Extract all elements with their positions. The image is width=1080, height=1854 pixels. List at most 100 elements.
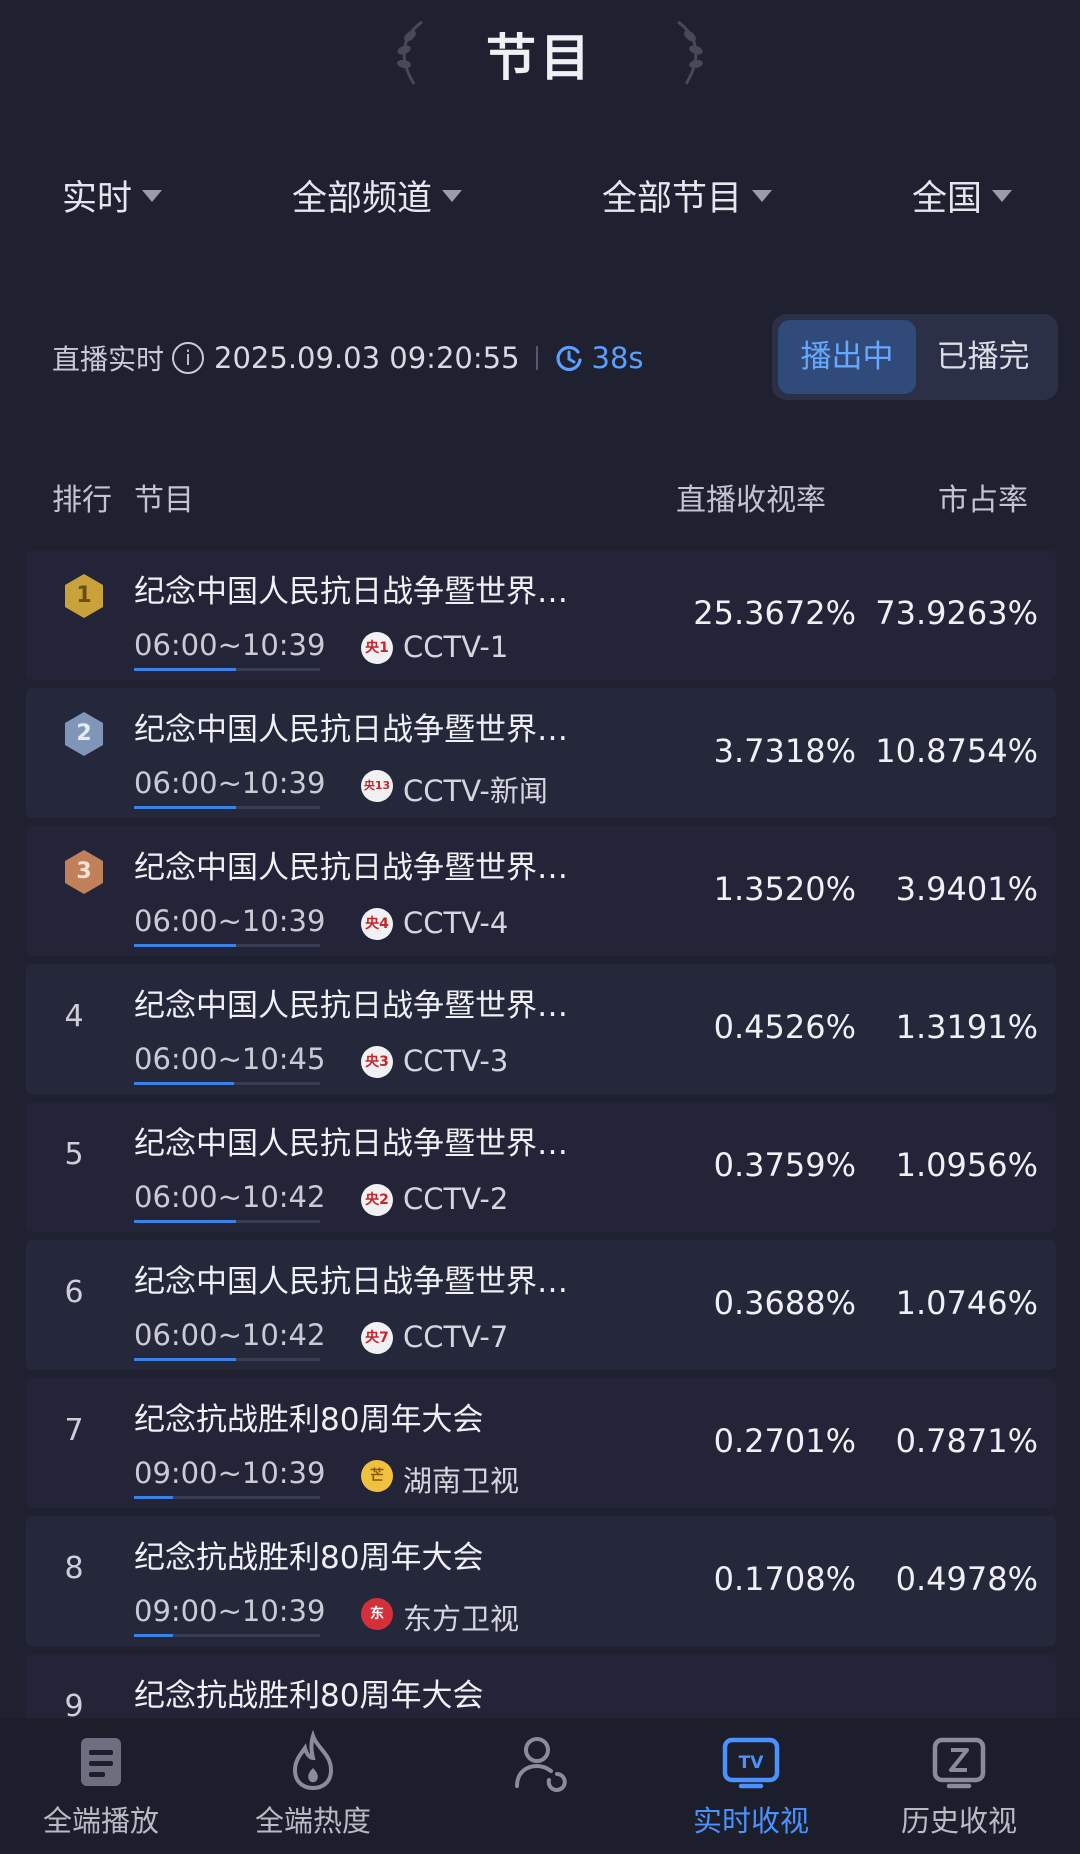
rank-number: 8 — [64, 1551, 84, 1586]
program-title: 纪念中国人民抗日战争暨世界… — [134, 1264, 568, 1300]
market-share: 10.8754% — [875, 732, 1038, 770]
channel-name: CCTV-7 — [403, 1320, 509, 1354]
header-rank: 排行 — [52, 483, 112, 518]
time-progress — [134, 1220, 320, 1223]
time-progress — [134, 1496, 320, 1499]
channel-logo: 央13 — [361, 770, 393, 802]
filter-bar: 实时 全部频道 全部节目 全国 — [0, 170, 1080, 230]
channel-logo: 央1 — [361, 632, 393, 664]
refresh-countdown: 38s — [591, 341, 644, 375]
flame-icon — [292, 1730, 334, 1791]
nav-all-play[interactable]: 全端播放 — [6, 1730, 196, 1840]
live-rating: 1.3520% — [713, 870, 856, 908]
tab-finished[interactable]: 已播完 — [914, 320, 1052, 394]
channel-logo: 央7 — [361, 1322, 393, 1354]
market-share: 0.7871% — [895, 1422, 1038, 1460]
program-time: 06:00~10:39 — [134, 628, 326, 662]
table-row[interactable]: 4 纪念中国人民抗日战争暨世界… 06:00~10:45 央3 CCTV-3 0… — [26, 964, 1056, 1094]
program-time: 06:00~10:42 — [134, 1318, 326, 1352]
caret-down-icon — [752, 189, 773, 202]
table-header: 排行 节目 直播收视率 市占率 — [0, 475, 1080, 519]
channel-logo: 央2 — [361, 1184, 393, 1216]
hunan-tv-logo-icon: 芒 — [361, 1460, 393, 1492]
header-rating[interactable]: 直播收视率 — [676, 475, 826, 519]
document-icon — [81, 1738, 121, 1786]
time-progress — [134, 668, 320, 671]
live-rating: 25.3672% — [693, 594, 856, 632]
program-title: 纪念中国人民抗日战争暨世界… — [134, 574, 568, 610]
program-title: 纪念中国人民抗日战争暨世界… — [134, 850, 568, 886]
market-share: 0.4978% — [895, 1560, 1038, 1598]
rank-number: 7 — [64, 1413, 84, 1448]
live-rating: 0.3759% — [713, 1146, 856, 1184]
live-label: 直播实时 — [52, 343, 165, 376]
nav-history-ratings[interactable]: 历史收视 — [864, 1730, 1054, 1840]
market-share: 1.3191% — [895, 1008, 1038, 1046]
nav-label: 全端播放 — [42, 1804, 159, 1838]
table-row[interactable]: 1 纪念中国人民抗日战争暨世界… 06:00~10:39 央1 CCTV-1 2… — [26, 550, 1056, 680]
live-rating: 0.2701% — [713, 1422, 856, 1460]
filter-time-dropdown[interactable]: 实时 — [62, 170, 163, 221]
table-row[interactable]: 3 纪念中国人民抗日战争暨世界… 06:00~10:39 央4 CCTV-4 1… — [26, 826, 1056, 956]
nav-label: 实时收视 — [692, 1804, 809, 1838]
history-icon — [932, 1737, 986, 1789]
filter-label: 实时 — [62, 179, 133, 219]
filter-region-dropdown[interactable]: 全国 — [912, 170, 1013, 221]
info-icon[interactable]: i — [172, 342, 205, 374]
header-share[interactable]: 市占率 — [938, 475, 1028, 519]
time-progress — [134, 944, 320, 947]
market-share: 73.9263% — [875, 594, 1038, 632]
rank-number: 6 — [64, 1275, 84, 1310]
program-title: 纪念抗战胜利80周年大会 — [134, 1678, 484, 1714]
nav-label: 全端热度 — [254, 1804, 371, 1838]
nav-user[interactable] — [444, 1730, 634, 1798]
live-rating: 0.4526% — [713, 1008, 856, 1046]
bottom-nav: 全端播放 全端热度 TV 实时收视 历史收视 — [0, 1718, 1080, 1854]
tab-on-air[interactable]: 播出中 — [778, 320, 916, 394]
program-time: 09:00~10:39 — [134, 1456, 326, 1490]
dragon-tv-logo-icon: 东 — [361, 1598, 393, 1630]
time-progress — [134, 1358, 320, 1361]
filter-label: 全部频道 — [292, 179, 433, 219]
channel-name: CCTV-2 — [403, 1182, 509, 1216]
nav-all-heat[interactable]: 全端热度 — [218, 1730, 408, 1840]
caret-down-icon — [142, 189, 163, 202]
channel-name: CCTV-4 — [403, 906, 509, 940]
filter-channel-dropdown[interactable]: 全部频道 — [292, 170, 463, 221]
caret-down-icon — [992, 189, 1013, 202]
channel-logo: 央3 — [361, 1046, 393, 1078]
caret-down-icon — [442, 189, 463, 202]
market-share: 1.0746% — [895, 1284, 1038, 1322]
program-time: 06:00~10:45 — [134, 1042, 326, 1076]
divider — [535, 346, 538, 370]
table-row[interactable]: 7 纪念抗战胜利80周年大会 09:00~10:39 芒 湖南卫视 0.2701… — [26, 1378, 1056, 1508]
table-row[interactable]: 5 纪念中国人民抗日战争暨世界… 06:00~10:42 央2 CCTV-2 0… — [26, 1102, 1056, 1232]
live-rating: 0.3688% — [713, 1284, 856, 1322]
svg-text:TV: TV — [739, 1753, 765, 1773]
user-icon — [515, 1737, 567, 1792]
laurel-right-icon — [677, 20, 703, 85]
table-row[interactable]: 8 纪念抗战胜利80周年大会 09:00~10:39 东 东方卫视 0.1708… — [26, 1516, 1056, 1646]
channel-logo: 央4 — [361, 908, 393, 940]
filter-program-dropdown[interactable]: 全部节目 — [602, 170, 773, 221]
nav-realtime-ratings[interactable]: TV 实时收视 — [656, 1730, 846, 1840]
table-row[interactable]: 2 纪念中国人民抗日战争暨世界… 06:00~10:39 央13 CCTV-新闻… — [26, 688, 1056, 818]
broadcast-status-toggle: 播出中 已播完 — [772, 314, 1058, 400]
rank-number: 3 — [76, 859, 92, 884]
channel-name: CCTV-1 — [403, 630, 509, 664]
tv-icon: TV — [722, 1737, 780, 1789]
program-title: 纪念中国人民抗日战争暨世界… — [134, 988, 568, 1024]
rank-number: 4 — [64, 999, 84, 1034]
program-time: 06:00~10:39 — [134, 904, 326, 938]
program-time: 06:00~10:39 — [134, 766, 326, 800]
market-share: 1.0956% — [895, 1146, 1038, 1184]
channel-name: 湖南卫视 — [403, 1464, 520, 1498]
live-timestamp: 2025.09.03 09:20:55 — [214, 341, 520, 375]
time-progress — [134, 806, 320, 809]
filter-label: 全国 — [912, 179, 983, 219]
channel-name: CCTV-新闻 — [403, 774, 548, 808]
refresh-icon[interactable] — [554, 343, 584, 373]
nav-label: 历史收视 — [900, 1804, 1017, 1838]
live-info: 直播实时 i 2025.09.03 09:20:55 38s — [52, 335, 644, 381]
table-row[interactable]: 6 纪念中国人民抗日战争暨世界… 06:00~10:42 央7 CCTV-7 0… — [26, 1240, 1056, 1370]
